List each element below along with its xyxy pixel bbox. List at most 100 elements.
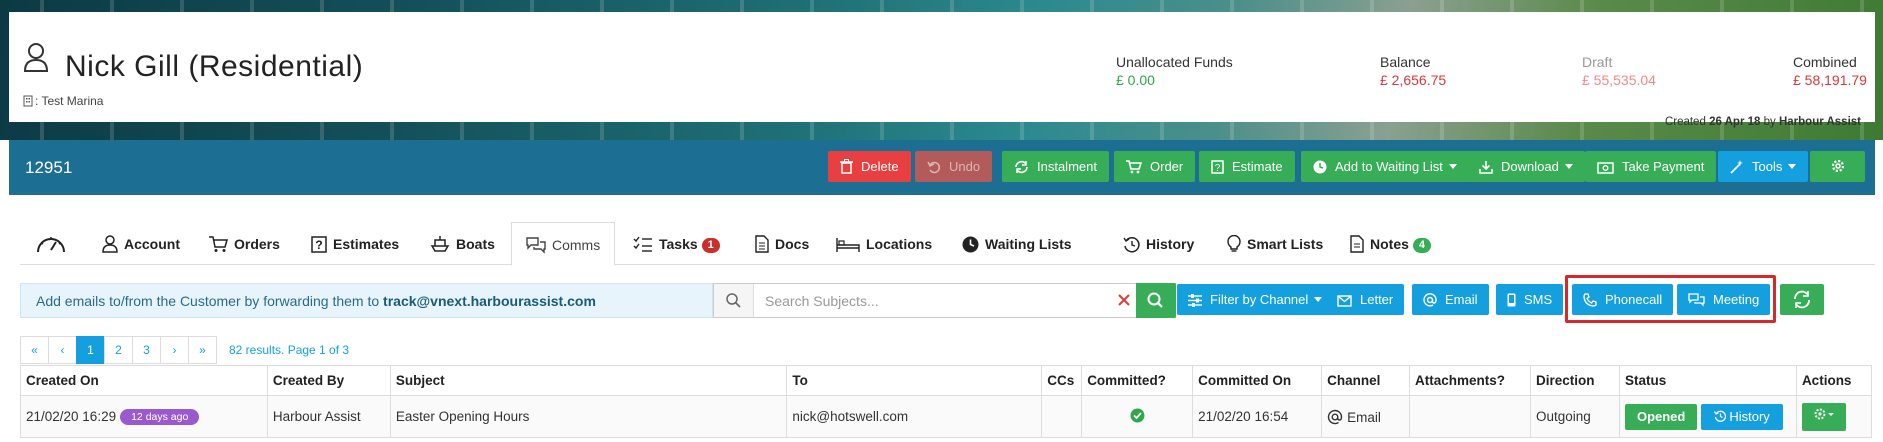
add-to-waiting-list-button[interactable]: Add to Waiting List xyxy=(1301,151,1469,182)
tab-history[interactable]: History xyxy=(1123,222,1194,265)
envelope-icon xyxy=(1337,295,1352,307)
table-row[interactable]: 21/02/20 16:29 12 days ago Harbour Assist… xyxy=(20,395,1873,438)
age-badge: 12 days ago xyxy=(120,408,200,425)
cart-icon xyxy=(209,236,228,252)
draft: Draft £ 55,535.04 xyxy=(1582,54,1656,88)
row-actions-button[interactable] xyxy=(1801,402,1846,431)
download-button[interactable]: Download xyxy=(1467,151,1585,182)
customer-name: Nick Gill (Residential) xyxy=(65,50,364,83)
cell-committed xyxy=(1081,395,1194,438)
boat-icon xyxy=(430,236,450,252)
settings-button[interactable] xyxy=(1810,151,1865,182)
cell-created-on: 21/02/20 16:29 12 days ago xyxy=(20,395,268,438)
letter-button[interactable]: Letter xyxy=(1326,284,1405,315)
tab-tasks[interactable]: Tasks 1 xyxy=(633,222,720,265)
note-icon xyxy=(1350,235,1364,253)
wand-icon xyxy=(1730,160,1743,174)
tab-docs[interactable]: Docs xyxy=(755,222,809,265)
cell-channel: Email xyxy=(1321,395,1411,438)
col-committed-on[interactable]: Committed On xyxy=(1192,365,1323,396)
undo-icon xyxy=(927,161,941,174)
comments-icon xyxy=(526,237,546,254)
tools-button[interactable]: Tools xyxy=(1718,151,1809,182)
search-input[interactable] xyxy=(755,284,1135,317)
user-icon xyxy=(102,235,118,253)
cell-attachments xyxy=(1409,395,1531,438)
refresh-button[interactable] xyxy=(1780,284,1824,315)
page-2[interactable]: 2 xyxy=(104,336,133,364)
search-icon xyxy=(714,284,754,317)
page-last[interactable]: » xyxy=(188,336,217,364)
page-1[interactable]: 1 xyxy=(76,336,105,364)
undo-button[interactable]: Undo xyxy=(915,151,993,182)
bed-icon xyxy=(836,238,860,252)
history-button[interactable]: History xyxy=(1701,403,1783,430)
order-button[interactable]: Order xyxy=(1114,151,1196,182)
at-icon xyxy=(1327,409,1343,424)
tab-notes[interactable]: Notes 4 xyxy=(1350,222,1432,265)
email-button[interactable]: Email xyxy=(1412,284,1489,315)
page-prev[interactable]: ‹ xyxy=(48,336,77,364)
user-icon xyxy=(23,43,49,72)
tab-waiting-lists[interactable]: Waiting Lists xyxy=(962,222,1072,265)
search-button[interactable] xyxy=(1136,283,1176,318)
col-created-by[interactable]: Created By xyxy=(266,365,391,396)
account-number: 12951 xyxy=(25,158,73,177)
history-icon xyxy=(1123,237,1140,253)
delete-button[interactable]: Delete xyxy=(828,151,911,182)
page-first[interactable]: « xyxy=(20,336,49,364)
col-direction[interactable]: Direction xyxy=(1530,365,1620,396)
clock-icon xyxy=(962,236,979,253)
instalment-button[interactable]: Instalment xyxy=(1002,151,1109,182)
customer-header: Nick Gill (Residential) : Test Marina Un… xyxy=(9,12,1875,128)
col-subject[interactable]: Subject xyxy=(389,365,788,396)
col-committed[interactable]: Committed? xyxy=(1081,365,1194,396)
estimate-button[interactable]: ? Estimate xyxy=(1199,151,1295,182)
tab-orders[interactable]: Orders xyxy=(209,222,280,265)
status-badge[interactable]: Opened xyxy=(1624,403,1698,430)
page-3[interactable]: 3 xyxy=(132,336,161,364)
cell-created-by: Harbour Assist xyxy=(266,395,391,438)
page-next[interactable]: › xyxy=(160,336,189,364)
tab-smart-lists[interactable]: Smart Lists xyxy=(1227,222,1323,265)
tab-dashboard[interactable] xyxy=(35,222,67,265)
cell-status: Opened History xyxy=(1618,395,1797,438)
take-payment-button[interactable]: Take Payment xyxy=(1585,151,1717,182)
at-icon xyxy=(1423,293,1437,307)
col-channel[interactable]: Channel xyxy=(1321,365,1411,396)
combined: Combined £ 58,191.79 xyxy=(1793,54,1867,88)
col-attachments[interactable]: Attachments? xyxy=(1409,365,1531,396)
gear-icon xyxy=(1831,159,1844,173)
gear-icon xyxy=(1814,408,1834,419)
clock-icon xyxy=(1313,160,1327,174)
building-icon xyxy=(23,95,33,107)
cell-ccs xyxy=(1041,395,1083,438)
tab-comms[interactable]: Comms xyxy=(511,222,616,266)
col-created-on[interactable]: Created On xyxy=(20,365,268,396)
highlight-box xyxy=(1565,275,1776,323)
tab-estimates[interactable]: ? Estimates xyxy=(311,222,399,265)
tab-account[interactable]: Account xyxy=(102,222,180,265)
filter-by-channel-button[interactable]: Filter by Channel xyxy=(1177,284,1334,315)
mobile-icon xyxy=(1507,293,1516,307)
clear-search-icon[interactable] xyxy=(1116,292,1132,308)
site-label: : Test Marina xyxy=(23,94,103,108)
pagination: « ‹ 1 2 3 › » xyxy=(20,336,217,364)
speedometer-icon xyxy=(37,237,65,253)
cell-subject: Easter Opening Hours xyxy=(389,395,788,438)
sms-button[interactable]: SMS xyxy=(1496,284,1564,315)
unallocated-funds: Unallocated Funds £ 0.00 xyxy=(1116,54,1233,88)
svg-text:?: ? xyxy=(315,238,322,252)
customer-tabs: Account Orders ? Estimates Boats Comms Ta… xyxy=(20,222,1875,266)
tab-locations[interactable]: Locations xyxy=(836,222,932,265)
col-actions[interactable]: Actions xyxy=(1795,365,1873,396)
col-to[interactable]: To xyxy=(786,365,1043,396)
sliders-icon xyxy=(1188,294,1202,307)
col-ccs[interactable]: CCs xyxy=(1041,365,1083,396)
refresh-icon xyxy=(1015,160,1028,174)
money-icon xyxy=(1597,162,1614,174)
check-circle-icon xyxy=(1130,408,1145,422)
col-status[interactable]: Status xyxy=(1618,365,1797,396)
tab-boats[interactable]: Boats xyxy=(430,222,495,265)
refresh-icon xyxy=(1794,290,1810,309)
